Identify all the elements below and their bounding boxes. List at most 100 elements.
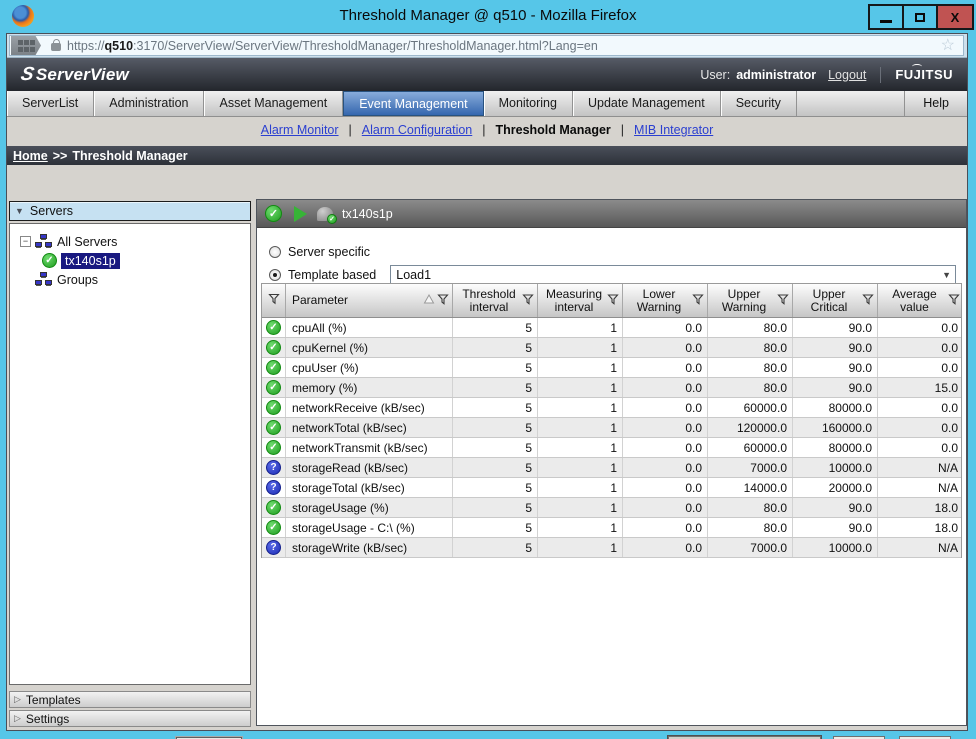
column-header-lower_warning[interactable]: Lower Warning bbox=[623, 284, 708, 317]
server-status-icon[interactable]: ✓ bbox=[317, 206, 337, 224]
filter-funnel-icon[interactable] bbox=[607, 293, 619, 308]
table-row[interactable]: ✓ networkTotal (kB/sec) 5 1 0.0 120000.0 16000… bbox=[262, 418, 961, 438]
filter-funnel-icon[interactable] bbox=[777, 293, 789, 308]
fujitsu-logo: FUJITSU bbox=[895, 64, 953, 82]
tab-groups-icon[interactable] bbox=[11, 36, 41, 55]
cell-measuring_interval: 1 bbox=[538, 438, 623, 457]
close-button[interactable]: X bbox=[936, 4, 974, 30]
cell-threshold_interval: 5 bbox=[453, 418, 538, 437]
table-row[interactable]: ✓ cpuAll (%) 5 1 0.0 80.0 90.0 0.0 bbox=[262, 318, 961, 338]
cell-status: ✓ bbox=[262, 498, 286, 517]
status-unknown-icon: ? bbox=[266, 480, 281, 495]
tab-asset-management[interactable]: Asset Management bbox=[204, 91, 344, 116]
column-header-threshold_interval[interactable]: Threshold interval bbox=[453, 284, 538, 317]
threshold-toolbar: ✓ ✓ tx140s1p bbox=[257, 200, 966, 228]
reset-button[interactable]: Reset bbox=[899, 735, 951, 739]
filter-funnel-icon[interactable] bbox=[522, 293, 534, 308]
header-status-filter[interactable] bbox=[262, 284, 286, 317]
collapse-triangle-icon: ▼ bbox=[15, 206, 24, 216]
url-text[interactable]: https://q510:3170/ServerView/ServerView/… bbox=[67, 39, 598, 53]
column-header-parameter[interactable]: Parameter bbox=[286, 284, 453, 317]
cell-average_value: 0.0 bbox=[941, 400, 958, 415]
sidebar-panel-settings[interactable]: ▷ Settings bbox=[9, 710, 251, 727]
cell-upper_critical: 90.0 bbox=[793, 498, 878, 517]
cell-upper_critical: 90.0 bbox=[793, 338, 878, 357]
column-header-measuring_interval[interactable]: Measuring interval bbox=[538, 284, 623, 317]
lock-icon[interactable] bbox=[51, 39, 61, 51]
serverview-logo: S ServerView bbox=[18, 63, 129, 85]
status-ok-icon: ✓ bbox=[266, 500, 281, 515]
bookmark-star-icon[interactable]: ☆ bbox=[941, 37, 955, 54]
tree-node-groups[interactable]: Groups bbox=[35, 270, 250, 289]
cell-threshold_interval: 5 bbox=[453, 538, 538, 557]
apply-button[interactable]: Apply bbox=[833, 735, 885, 739]
server-specific-option[interactable]: Server specific bbox=[269, 240, 966, 263]
cell-threshold_interval: 5 bbox=[453, 518, 538, 537]
breadcrumb-home-link[interactable]: Home bbox=[13, 149, 48, 163]
cell-upper_critical: 90.0 bbox=[793, 358, 878, 377]
template-based-label: Template based bbox=[288, 267, 377, 282]
table-row[interactable]: ✓ storageUsage - C:\ (%) 5 1 0.0 80.0 90.0 18.0 bbox=[262, 518, 961, 538]
status-ok-icon: ✓ bbox=[266, 340, 281, 355]
column-header-upper_warning[interactable]: Upper Warning bbox=[708, 284, 793, 317]
tree-node-all-servers[interactable]: − All Servers bbox=[20, 232, 250, 251]
table-row[interactable]: ✓ networkReceive (kB/sec) 5 1 0.0 60000.0 8000… bbox=[262, 398, 961, 418]
table-row[interactable]: ? storageRead (kB/sec) 5 1 0.0 7000.0 10000.0 N… bbox=[262, 458, 961, 478]
tree-expander-icon[interactable]: − bbox=[20, 236, 31, 247]
tab-serverlist[interactable]: ServerList bbox=[7, 91, 95, 116]
table-row[interactable]: ✓ storageUsage (%) 5 1 0.0 80.0 90.0 18.0 bbox=[262, 498, 961, 518]
cell-measuring_interval: 1 bbox=[538, 358, 623, 377]
tree-node-server[interactable]: ✓ tx140s1p bbox=[42, 251, 250, 270]
table-row[interactable]: ? storageTotal (kB/sec) 5 1 0.0 14000.0 20000.… bbox=[262, 478, 961, 498]
table-row[interactable]: ✓ cpuUser (%) 5 1 0.0 80.0 90.0 0.0 bbox=[262, 358, 961, 378]
table-row[interactable]: ? storageWrite (kB/sec) 5 1 0.0 7000.0 10000.0… bbox=[262, 538, 961, 558]
table-row[interactable]: ✓ cpuKernel (%) 5 1 0.0 80.0 90.0 0.0 bbox=[262, 338, 961, 358]
submenu-link-alarm-configuration[interactable]: Alarm Configuration bbox=[362, 123, 472, 137]
filter-funnel-icon[interactable] bbox=[948, 293, 960, 308]
column-header-upper_critical[interactable]: Upper Critical bbox=[793, 284, 878, 317]
groups-label: Groups bbox=[57, 272, 98, 287]
cell-average_value: N/A bbox=[937, 480, 958, 495]
status-ok-icon: ✓ bbox=[266, 400, 281, 415]
tab-help[interactable]: Help bbox=[904, 91, 967, 116]
filter-funnel-icon[interactable] bbox=[862, 293, 874, 308]
filter-funnel-icon[interactable] bbox=[437, 293, 449, 308]
tab-update-management[interactable]: Update Management bbox=[573, 91, 721, 116]
cell-upper_critical: 90.0 bbox=[793, 378, 878, 397]
user-name: administrator bbox=[736, 67, 817, 82]
server-label-selected[interactable]: tx140s1p bbox=[61, 252, 120, 269]
tab-administration[interactable]: Administration bbox=[94, 91, 205, 116]
table-row[interactable]: ✓ networkTransmit (kB/sec) 5 1 0.0 60000.0 800… bbox=[262, 438, 961, 458]
tab-monitoring[interactable]: Monitoring bbox=[484, 91, 573, 116]
filter-funnel-icon[interactable] bbox=[692, 293, 704, 308]
header-separator bbox=[880, 66, 882, 83]
column-header-average_value[interactable]: Average value bbox=[878, 284, 963, 317]
maximize-button[interactable] bbox=[902, 4, 938, 30]
cell-upper_critical: 80000.0 bbox=[793, 438, 878, 457]
cell-lower_warning: 0.0 bbox=[623, 338, 708, 357]
submenu-link-alarm-monitor[interactable]: Alarm Monitor bbox=[261, 123, 339, 137]
toolbar-server-name: tx140s1p bbox=[342, 206, 393, 221]
cell-parameter: memory (%) bbox=[286, 378, 453, 397]
tab-security[interactable]: Security bbox=[721, 91, 797, 116]
sidebar-panel-servers[interactable]: ▼ Servers bbox=[9, 201, 251, 221]
template-based-radio[interactable] bbox=[269, 268, 281, 281]
minimize-button[interactable] bbox=[868, 4, 904, 30]
cell-average_value: 18.0 bbox=[934, 520, 958, 535]
server-specific-radio[interactable] bbox=[269, 245, 281, 258]
table-row[interactable]: ✓ memory (%) 5 1 0.0 80.0 90.0 15.0 bbox=[262, 378, 961, 398]
cell-upper_critical: 80000.0 bbox=[793, 398, 878, 417]
submenu-link-mib-integrator[interactable]: MIB Integrator bbox=[634, 123, 713, 137]
start-measurement-icon[interactable] bbox=[294, 205, 307, 222]
cell-average_value: 15.0 bbox=[934, 380, 958, 395]
cell-parameter: networkReceive (kB/sec) bbox=[286, 398, 453, 417]
logout-link[interactable]: Logout bbox=[828, 68, 866, 82]
sidebar-panel-templates[interactable]: ▷ Templates bbox=[9, 691, 251, 708]
use-as-server-specific-button[interactable]: Use As Server Specific bbox=[667, 735, 821, 739]
url-bar[interactable]: https://q510:3170/ServerView/ServerView/… bbox=[9, 35, 964, 56]
window-titlebar: Threshold Manager @ q510 - Mozilla Firef… bbox=[0, 0, 976, 33]
tab-event-management[interactable]: Event Management bbox=[343, 91, 484, 116]
template-select[interactable]: Load1 ▼ bbox=[390, 264, 956, 285]
cell-upper_warning: 80.0 bbox=[708, 358, 793, 377]
sort-asc-icon[interactable] bbox=[423, 293, 435, 308]
